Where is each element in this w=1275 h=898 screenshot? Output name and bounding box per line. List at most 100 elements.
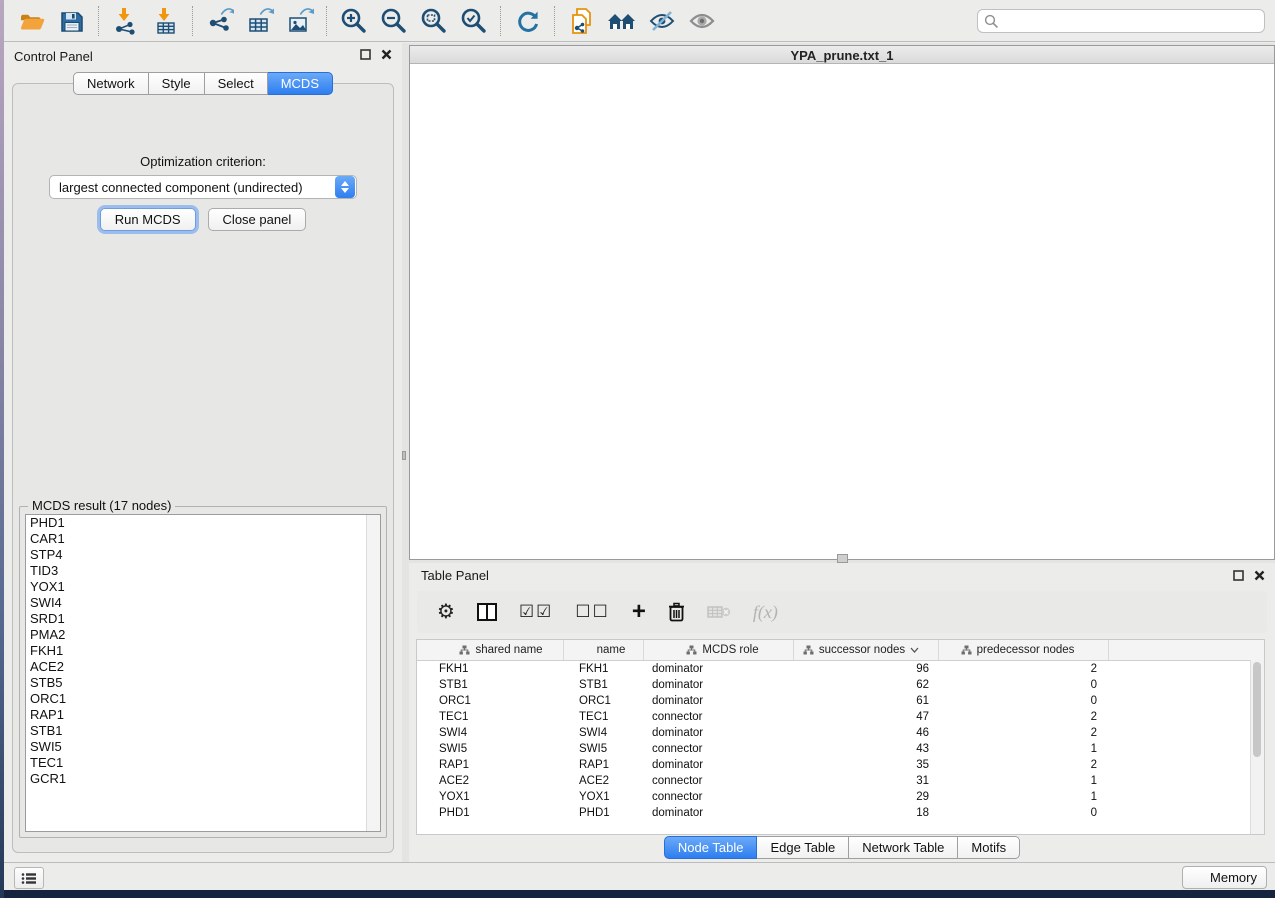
- table-tab-network-table[interactable]: Network Table: [849, 836, 958, 859]
- optimization-criterion-dropdown[interactable]: largest connected component (undirected): [49, 175, 357, 199]
- cell: ORC1: [417, 693, 564, 709]
- save-session-button[interactable]: [52, 4, 92, 38]
- table-scrollbar[interactable]: [1250, 660, 1264, 834]
- column-header-predecessor-nodes[interactable]: predecessor nodes: [939, 640, 1109, 660]
- cell: 0: [939, 677, 1109, 693]
- close-panel-button[interactable]: Close panel: [208, 208, 307, 231]
- mcds-result-item[interactable]: RAP1: [26, 707, 380, 723]
- task-list-icon: [21, 872, 37, 885]
- column-header-successor-nodes[interactable]: successor nodes: [794, 640, 939, 660]
- close-table-panel-icon[interactable]: [1254, 570, 1265, 581]
- cell: connector: [644, 709, 794, 725]
- cell: STB1: [417, 677, 564, 693]
- zoom-selected-button[interactable]: [454, 4, 494, 38]
- show-all-button[interactable]: [682, 4, 722, 38]
- tab-mcds[interactable]: MCDS: [268, 72, 333, 95]
- close-panel-icon[interactable]: [381, 49, 392, 60]
- table-row[interactable]: PHD1PHD1dominator180: [417, 805, 1264, 821]
- table-row[interactable]: SWI5SWI5connector431: [417, 741, 1264, 757]
- zoom-fit-button[interactable]: [414, 4, 454, 38]
- column-header-name[interactable]: name: [564, 640, 644, 660]
- table-tab-node-table[interactable]: Node Table: [664, 836, 758, 859]
- table-row[interactable]: SWI4SWI4dominator462: [417, 725, 1264, 741]
- cell: dominator: [644, 725, 794, 741]
- table-header-row: shared namenameMCDS rolesuccessor nodesp…: [417, 640, 1264, 661]
- column-header-shared-name[interactable]: shared name: [417, 640, 564, 660]
- workspace: Control Panel NetworkStyleSelectMCDS Opt…: [4, 43, 1275, 862]
- show-task-history-button[interactable]: [14, 867, 44, 889]
- mcds-result-item[interactable]: SWI4: [26, 595, 380, 611]
- refresh-button[interactable]: [508, 4, 548, 38]
- mcds-result-list[interactable]: PHD1CAR1STP4TID3YOX1SWI4SRD1PMA2FKH1ACE2…: [25, 514, 381, 832]
- search-box[interactable]: [977, 9, 1265, 33]
- select-all-checkboxes-icon[interactable]: ☑☑: [519, 602, 553, 622]
- tab-select[interactable]: Select: [205, 72, 268, 95]
- import-network-button[interactable]: [106, 4, 146, 38]
- search-input[interactable]: [1003, 13, 1258, 29]
- mcds-result-item[interactable]: YOX1: [26, 579, 380, 595]
- dropdown-stepper-icon: [335, 176, 355, 198]
- mcds-result-item[interactable]: CAR1: [26, 531, 380, 547]
- cell: 31: [794, 773, 939, 789]
- column-type-icon: [803, 645, 814, 655]
- list-scrollbar[interactable]: [366, 515, 380, 831]
- zoom-out-button[interactable]: [374, 4, 414, 38]
- export-network-icon: [206, 7, 234, 35]
- new-network-from-selection-button[interactable]: [562, 4, 602, 38]
- mcds-result-item[interactable]: STB1: [26, 723, 380, 739]
- column-type-icon: [459, 645, 470, 655]
- table-tab-edge-table[interactable]: Edge Table: [757, 836, 849, 859]
- cell: YOX1: [564, 789, 644, 805]
- refresh-icon: [515, 8, 541, 34]
- float-table-panel-icon[interactable]: [1233, 570, 1244, 581]
- desktop-edge-bottom: [0, 890, 1275, 898]
- table-row[interactable]: FKH1FKH1dominator962: [417, 661, 1264, 677]
- import-table-button[interactable]: [146, 4, 186, 38]
- cell: RAP1: [417, 757, 564, 773]
- mcds-result-item[interactable]: PHD1: [26, 515, 380, 531]
- network-canvas[interactable]: [410, 64, 1274, 559]
- run-mcds-button[interactable]: Run MCDS: [100, 208, 196, 231]
- cell: 2: [939, 661, 1109, 677]
- table-row[interactable]: STB1STB1dominator620: [417, 677, 1264, 693]
- hide-selected-button[interactable]: [642, 4, 682, 38]
- export-network-button[interactable]: [200, 4, 240, 38]
- mcds-result-item[interactable]: FKH1: [26, 643, 380, 659]
- float-panel-icon[interactable]: [360, 49, 371, 60]
- mcds-result-item[interactable]: STB5: [26, 675, 380, 691]
- cell: 96: [794, 661, 939, 677]
- first-neighbors-button[interactable]: [602, 4, 642, 38]
- delete-column-trash-icon[interactable]: [668, 602, 685, 622]
- open-file-button[interactable]: [12, 4, 52, 38]
- mcds-result-item[interactable]: STP4: [26, 547, 380, 563]
- deselect-all-checkboxes-icon[interactable]: ☐☐: [575, 602, 609, 622]
- mcds-result-item[interactable]: TEC1: [26, 755, 380, 771]
- mcds-result-item[interactable]: TID3: [26, 563, 380, 579]
- dropdown-value: largest connected component (undirected): [50, 180, 335, 195]
- table-settings-gear-icon[interactable]: ⚙: [437, 602, 455, 622]
- table-row[interactable]: RAP1RAP1dominator352: [417, 757, 1264, 773]
- export-table-button[interactable]: [240, 4, 280, 38]
- add-column-icon[interactable]: +: [632, 602, 646, 622]
- zoom-in-button[interactable]: [334, 4, 374, 38]
- tab-style[interactable]: Style: [149, 72, 205, 95]
- window-resize-grip[interactable]: [837, 554, 848, 563]
- table-row[interactable]: ORC1ORC1dominator610: [417, 693, 1264, 709]
- mcds-result-item[interactable]: ACE2: [26, 659, 380, 675]
- search-icon: [984, 14, 999, 29]
- mcds-result-item[interactable]: GCR1: [26, 771, 380, 787]
- mcds-result-item[interactable]: SWI5: [26, 739, 380, 755]
- memory-button[interactable]: Memory: [1182, 866, 1267, 889]
- show-columns-icon[interactable]: [477, 603, 497, 621]
- mcds-result-item[interactable]: PMA2: [26, 627, 380, 643]
- table-row[interactable]: YOX1YOX1connector291: [417, 789, 1264, 805]
- export-image-button[interactable]: [280, 4, 320, 38]
- table-row[interactable]: ACE2ACE2connector311: [417, 773, 1264, 789]
- mcds-result-item[interactable]: SRD1: [26, 611, 380, 627]
- column-header-MCDS-role[interactable]: MCDS role: [644, 640, 794, 660]
- tab-network[interactable]: Network: [73, 72, 149, 95]
- mcds-result-item[interactable]: ORC1: [26, 691, 380, 707]
- table-tab-motifs[interactable]: Motifs: [958, 836, 1020, 859]
- table-scrollbar-thumb[interactable]: [1253, 662, 1261, 757]
- table-row[interactable]: TEC1TEC1connector472: [417, 709, 1264, 725]
